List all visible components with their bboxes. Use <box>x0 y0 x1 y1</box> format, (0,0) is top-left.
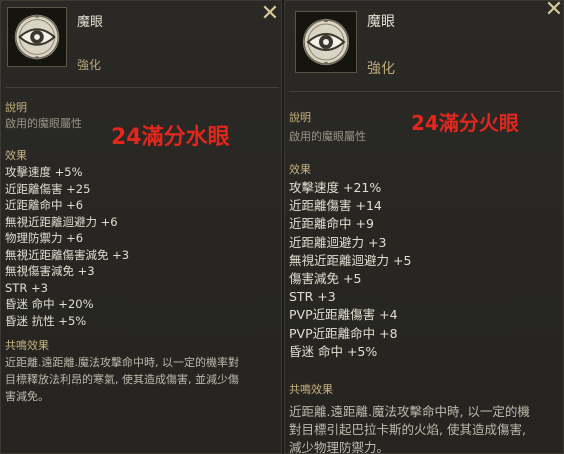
resonance-text-line: 減少物理防禦力。 <box>289 440 390 454</box>
stat-line: 近距離命中 +6 <box>5 198 84 212</box>
stat-line: 昏迷 抗性 +5% <box>5 313 87 328</box>
eye-emblem-icon <box>7 7 67 67</box>
stat-line: PVP近距離傷害 +4 <box>289 307 398 323</box>
resonance-text-line: 目標釋放法利昂的寒氣, 使其造成傷害, 並減少傷 <box>5 373 239 386</box>
annotation-label: 24滿分火眼 <box>411 111 519 135</box>
annotation-label: 24滿分水眼 <box>111 125 230 150</box>
stat-line: 無視近距離迴避力 +5 <box>289 252 412 268</box>
resonance-text-line: 近距離.遠距離.魔法攻擊命中時, 以一定的機率對 <box>5 356 239 369</box>
item-type: 強化 <box>367 61 395 77</box>
stat-line: 近距離傷害 +14 <box>289 198 382 214</box>
stat-line: 物理防禦力 +6 <box>5 231 84 245</box>
tooltip-panel-fire-eye: 魔眼 強化 ✕ 說明 啟用的魔眼屬性 24滿分火眼 效果 攻擊速度 +21% 近… <box>284 0 564 454</box>
stat-line: 攻擊速度 +21% <box>289 180 382 195</box>
stat-line: 近距離迴避力 +3 <box>289 234 387 250</box>
resonance-text-line: 對目標引起巴拉卡斯的火焰, 使其造成傷害, <box>289 422 526 437</box>
item-name: 魔眼 <box>367 14 395 30</box>
description-text: 啟用的魔眼屬性 <box>289 130 366 143</box>
stat-line: 傷害減免 +5 <box>289 270 362 286</box>
resonance-label: 共鳴效果 <box>5 339 49 352</box>
item-name: 魔眼 <box>77 15 104 30</box>
stat-line: 昏迷 命中 +5% <box>289 343 378 359</box>
stat-line: 無視近距離迴避力 +6 <box>5 214 118 229</box>
close-x-icon[interactable]: ✕ <box>543 1 563 21</box>
resonance-text-line: 近距離.遠距離.魔法攻擊命中時, 以一定的機 <box>289 404 530 419</box>
item-type: 強化 <box>77 58 102 72</box>
stat-line: STR +3 <box>5 280 48 295</box>
tooltip-panel-water-eye: 魔眼 強化 ✕ 說明 啟用的魔眼屬性 24滿分水眼 效果 攻擊速度 +5% 近距… <box>0 0 282 454</box>
stat-line: STR +3 <box>289 289 336 305</box>
stat-line: 近距離命中 +9 <box>289 216 374 232</box>
divider <box>5 87 279 88</box>
stat-list: 攻擊速度 +21% 近距離傷害 +14 近距離命中 +9 近距離迴避力 +3 無… <box>289 179 411 361</box>
description-text: 啟用的魔眼屬性 <box>5 117 82 130</box>
stat-line: PVP近距離命中 +8 <box>289 325 398 341</box>
stat-line: 無視近距離傷害減免 +3 <box>5 247 130 262</box>
stat-list: 攻擊速度 +5% 近距離傷害 +25 近距離命中 +6 無視近距離迴避力 +6 … <box>5 164 129 329</box>
stat-line: 近距離傷害 +25 <box>5 181 91 196</box>
divider <box>289 91 561 92</box>
eye-emblem-icon <box>295 11 357 73</box>
close-x-icon[interactable]: ✕ <box>259 3 281 25</box>
stat-line: 昏迷 命中 +20% <box>5 297 94 311</box>
effect-label: 效果 <box>289 163 311 176</box>
resonance-label: 共鳴效果 <box>289 383 333 396</box>
stat-line: 無視傷害減免 +3 <box>5 264 95 278</box>
effect-label: 效果 <box>5 149 27 162</box>
description-label: 說明 <box>5 101 27 114</box>
resonance-text-line: 害減免。 <box>5 390 49 403</box>
description-label: 說明 <box>289 111 311 124</box>
stat-line: 攻擊速度 +5% <box>5 165 83 179</box>
